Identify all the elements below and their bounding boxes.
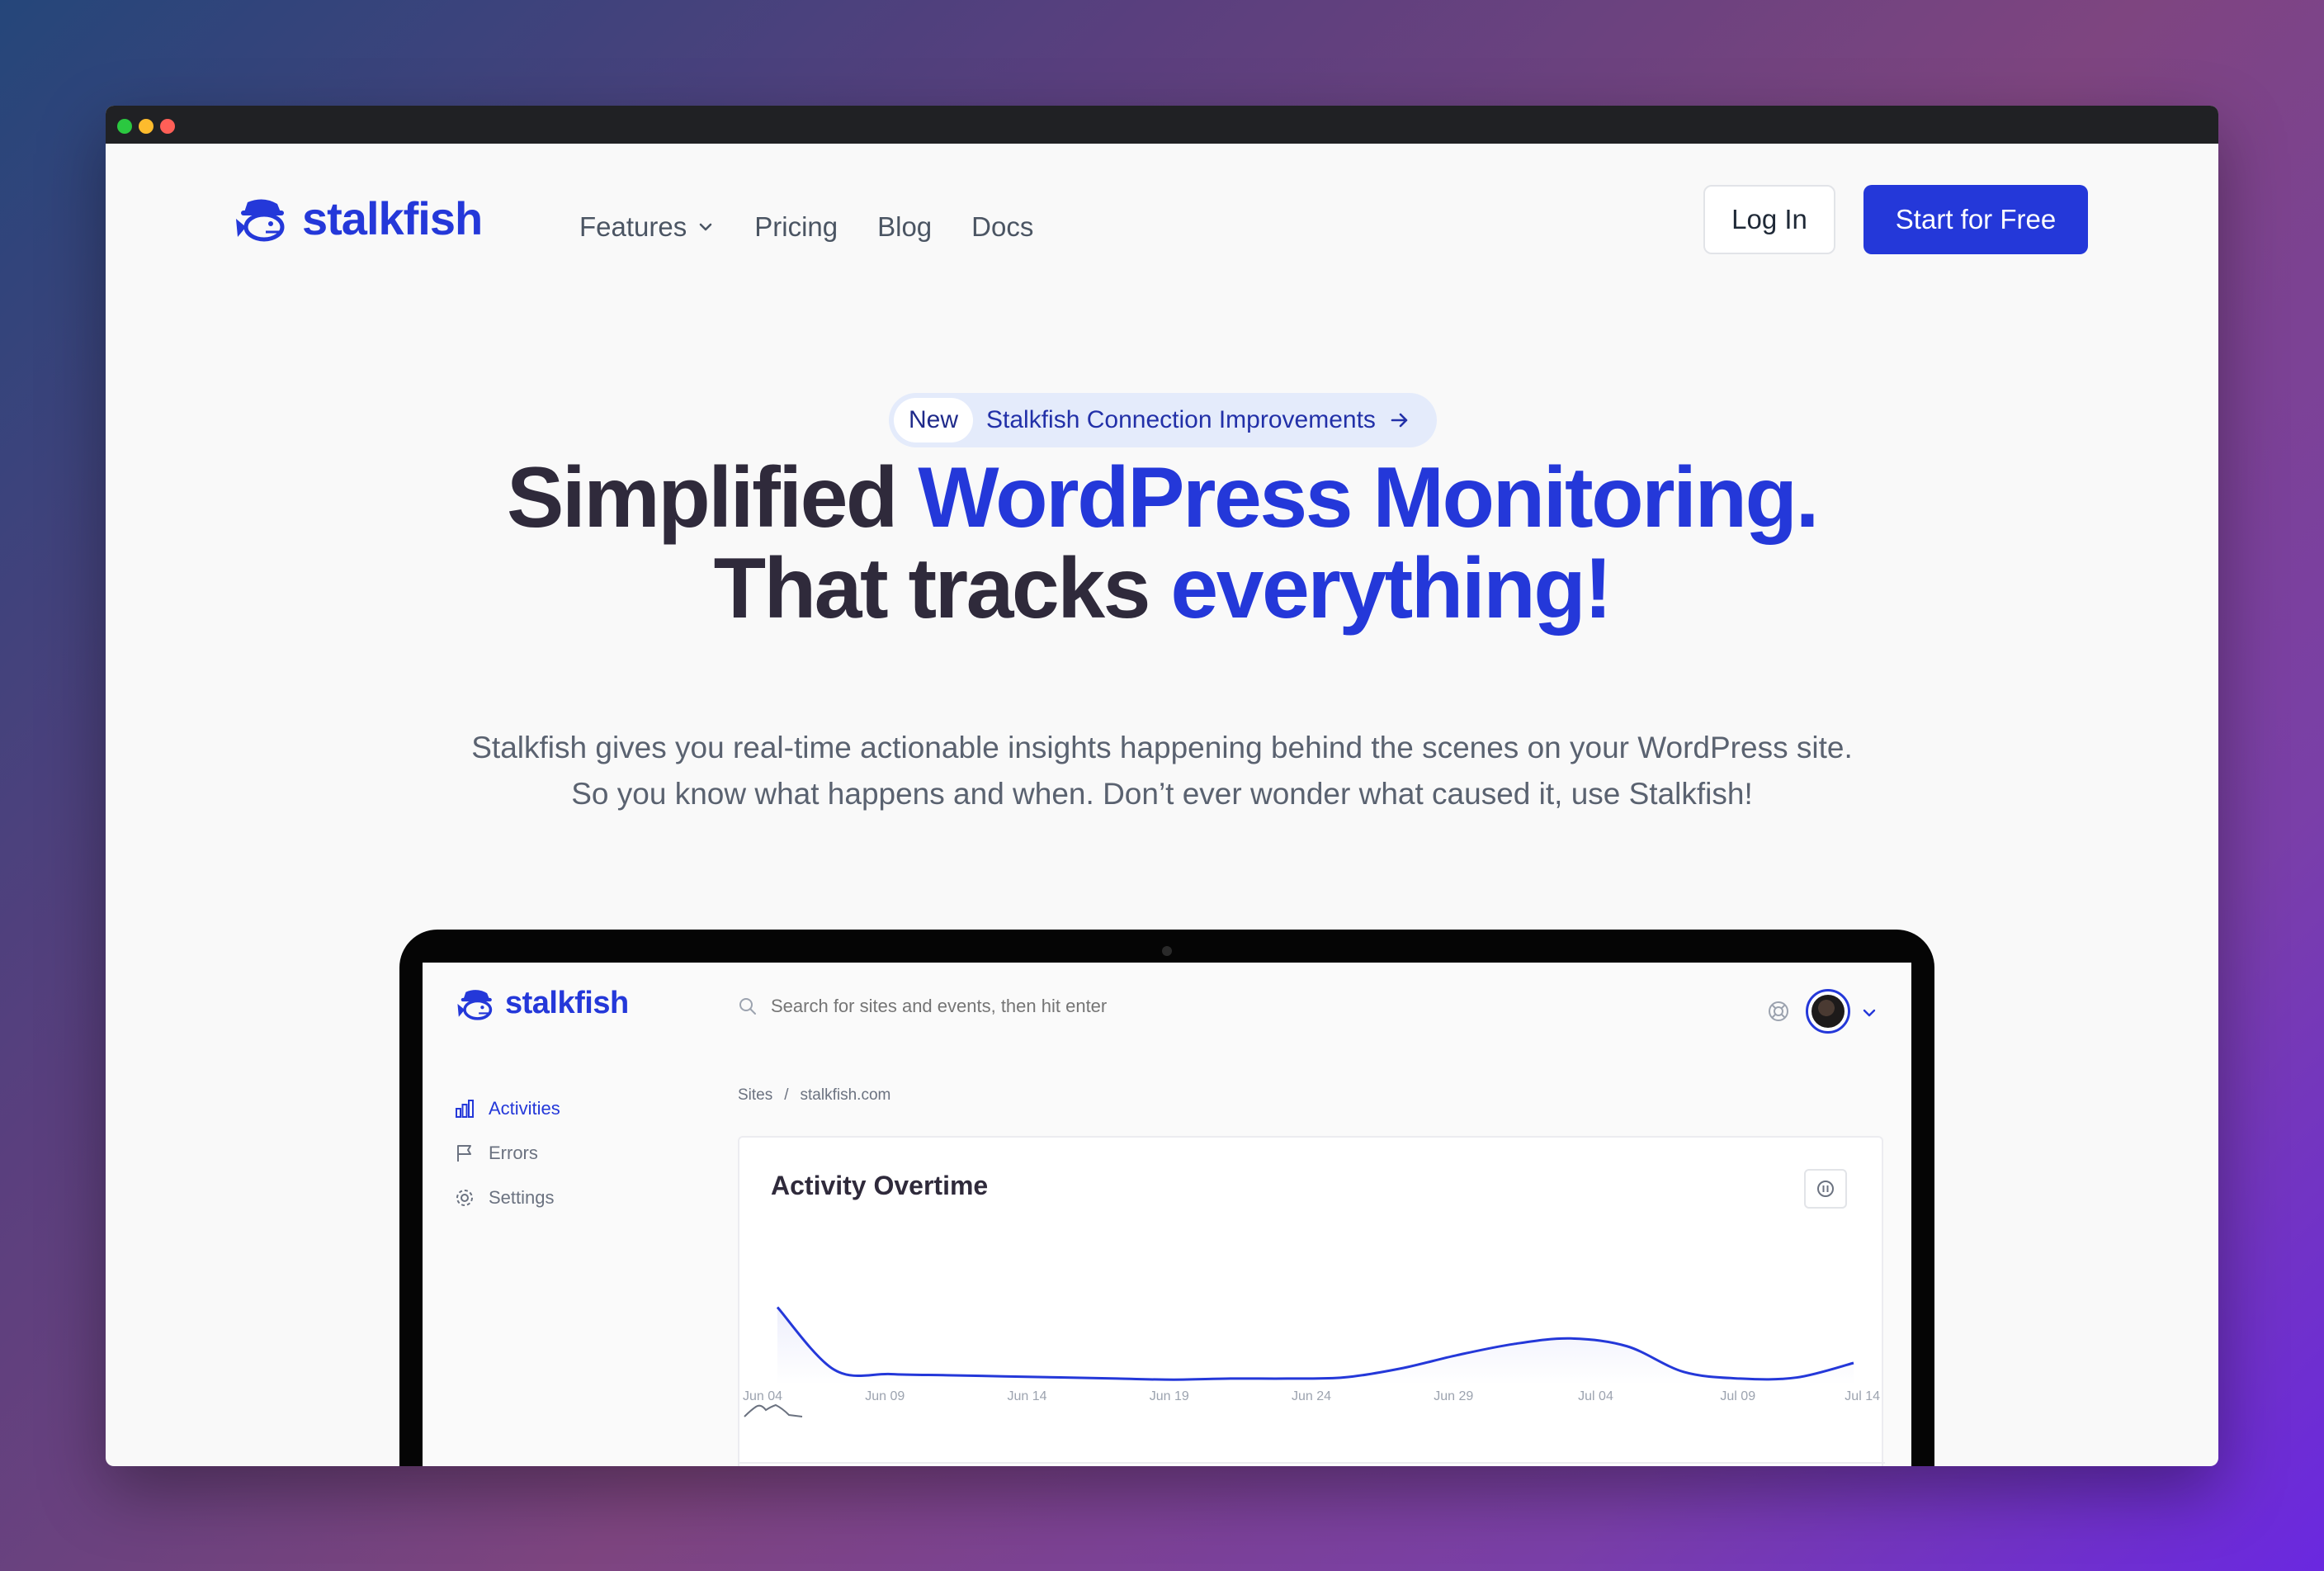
card-title: Activity Overtime [771,1171,989,1200]
avatar-photo [1811,995,1845,1028]
x-tick-label: Jun 19 [1150,1389,1189,1403]
bar-chart-icon [456,1100,474,1118]
x-tick-label: Jun 14 [1007,1389,1046,1403]
gear-icon [456,1190,473,1206]
app-logo-text: stalkfish [505,986,629,1020]
nav-links: Features Pricing Blog Docs [579,192,1033,263]
app-screen: stalkfish Activities [423,963,1911,1466]
arrow-right-icon [1391,413,1408,428]
search-icon [739,998,756,1015]
laptop-mockup: stalkfish Activities [399,930,1934,1466]
x-tick-label: Jun 09 [865,1389,905,1403]
app-sidebar: Activities Errors Settings [454,1086,560,1220]
camera-dot [1162,946,1172,956]
sidebar-item-settings[interactable]: Settings [454,1176,560,1220]
sidebar-item-label: Errors [489,1143,538,1163]
fish-mascot-icon [457,989,493,1020]
breadcrumb-separator: / [784,1086,789,1104]
nav-pricing[interactable]: Pricing [754,211,838,243]
breadcrumb-sites[interactable]: Sites [738,1086,772,1105]
breadcrumb-current: stalkfish.com [800,1086,891,1104]
app-logo[interactable]: stalkfish [457,986,629,1021]
pause-button[interactable] [1804,1169,1847,1209]
x-tick-label: Jul 09 [1720,1389,1755,1403]
fish-mascot-icon [236,198,285,241]
chevron-down-icon [699,223,712,231]
chevron-down-icon[interactable] [1860,1004,1878,1022]
x-tick-label: Jun 29 [1434,1389,1473,1403]
headline-line2-plain: That tracks [713,541,1171,636]
announcement-pill[interactable]: New Stalkfish Connection Improvements [889,393,1437,447]
start-free-button[interactable]: Start for Free [1863,185,2088,254]
login-button[interactable]: Log In [1703,185,1835,254]
breadcrumb: Sites / stalkfish.com [738,1086,890,1105]
pause-icon [1817,1181,1834,1197]
activity-chart: Jun 04 Jun 09 Jun 14 Jun 19 Jun 24 Jun 29 Jul … [739,1306,1885,1464]
nav-features-label: Features [579,211,687,242]
sidebar-item-label: Settings [489,1187,555,1208]
search-input[interactable] [771,996,1266,1017]
hero-subtext: Stalkfish gives you real-time actionable… [106,725,2218,817]
hero-headline: Simplified WordPress Monitoring. That tr… [106,452,2218,634]
headline-line1-accent: WordPress Monitoring. [918,450,1819,546]
app-search [738,996,1266,1017]
nav-docs[interactable]: Docs [971,211,1033,243]
nav-blog[interactable]: Blog [877,211,932,243]
announcement-tag: New [894,398,974,442]
user-avatar[interactable] [1806,989,1850,1034]
chart-overview-sparkline[interactable] [744,1403,803,1417]
nav-features[interactable]: Features [579,211,715,243]
headline-line1-plain: Simplified [507,450,919,546]
subtext-line1: Stalkfish gives you real-time actionable… [471,731,1853,764]
x-tick-label: Jul 14 [1845,1389,1880,1403]
activity-card: Activity Overtime Jun 04 Jun 09 Jun 14 Jun … [738,1136,1885,1466]
lifebuoy-icon[interactable] [1766,999,1791,1024]
browser-titlebar [106,106,2218,144]
flag-icon [457,1145,471,1162]
x-tick-label: Jul 04 [1578,1389,1613,1403]
sidebar-item-label: Activities [489,1098,560,1119]
minimize-dot[interactable] [139,119,154,134]
top-nav: stalkfish Features Pricing Blog Docs Log… [106,144,2218,292]
subtext-line2: So you know what happens and when. Don’t… [571,777,1753,811]
sidebar-item-activities[interactable]: Activities [454,1086,560,1131]
announcement-text: Stalkfish Connection Improvements [986,406,1376,433]
x-tick-label: Jun 04 [743,1389,782,1403]
headline-line2-accent: everything! [1170,541,1613,636]
chart-series-line [776,1306,1854,1381]
browser-window: stalkfish Features Pricing Blog Docs Log… [106,106,2218,1466]
close-dot[interactable] [160,119,175,134]
logo-text: stalkfish [302,192,483,244]
maximize-dot[interactable] [117,119,132,134]
x-tick-label: Jun 24 [1292,1389,1331,1403]
sidebar-item-errors[interactable]: Errors [454,1131,560,1176]
site-logo[interactable]: stalkfish [236,192,483,245]
